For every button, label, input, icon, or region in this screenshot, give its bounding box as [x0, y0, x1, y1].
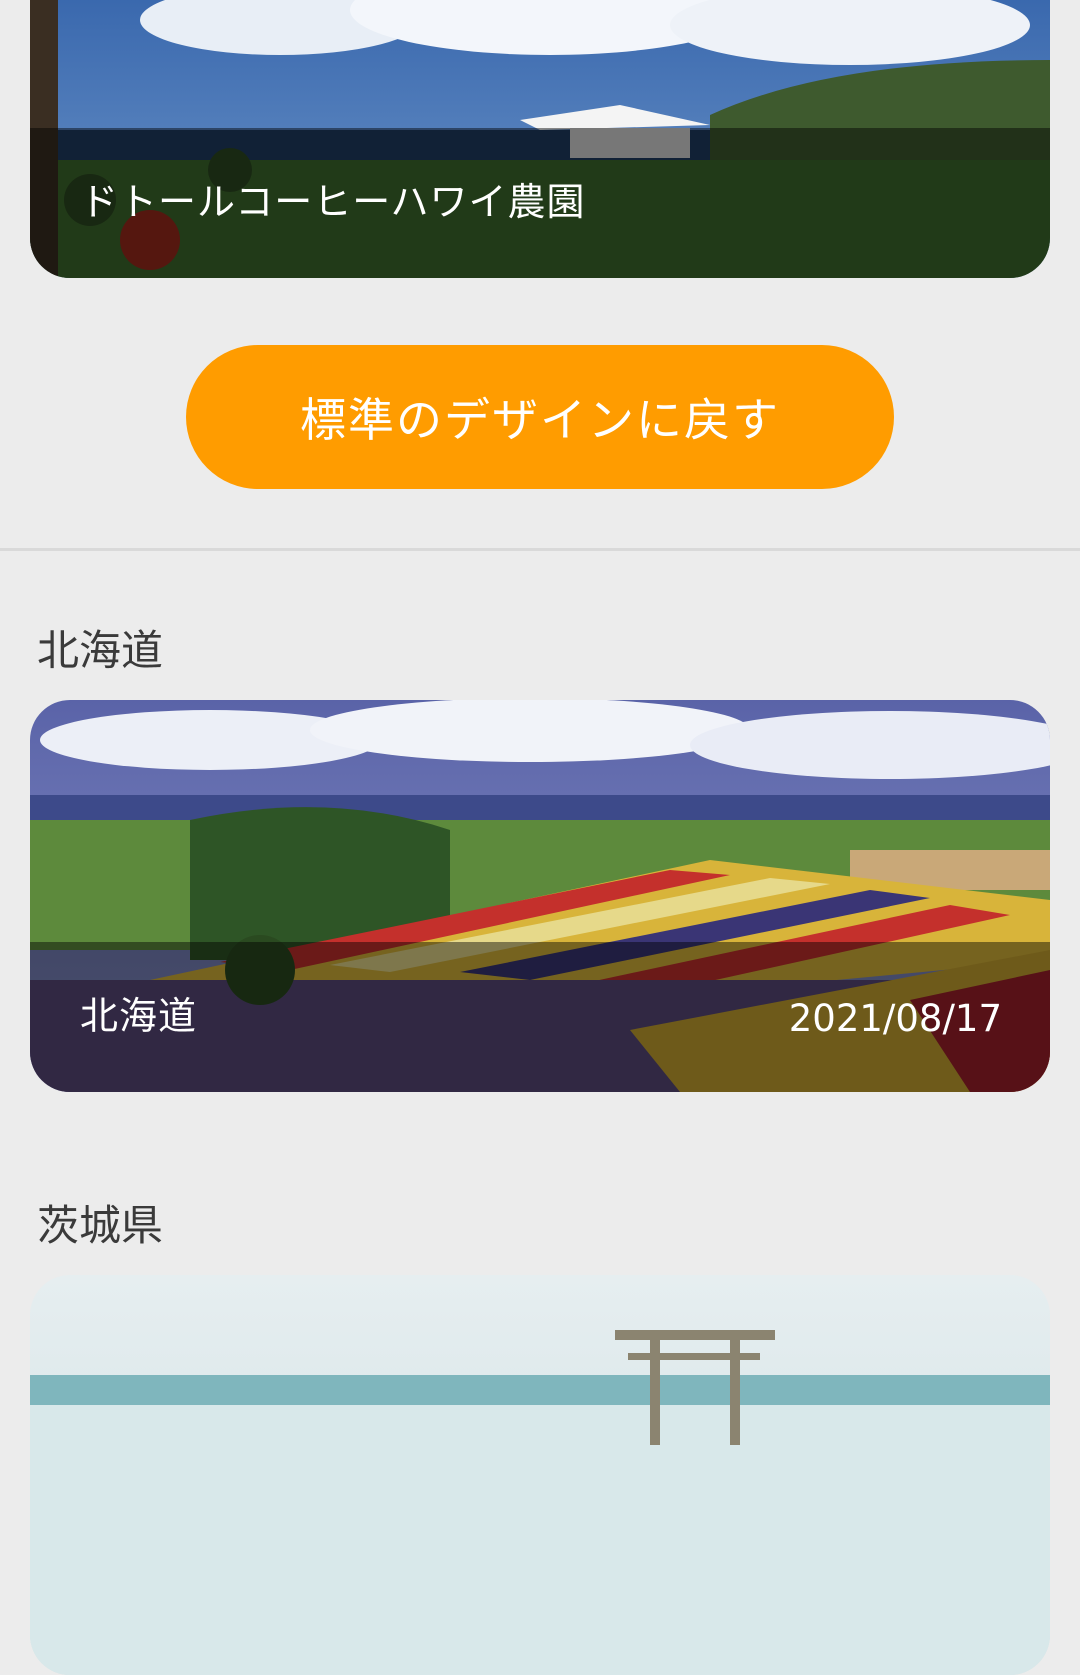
photo-card-hokkaido[interactable]: 北海道 2021/08/17 [30, 700, 1050, 1092]
ibaraki-torii-photo [30, 1275, 1050, 1675]
card-date: 2021/08/17 [788, 997, 1002, 1040]
reset-design-button[interactable]: 標準のデザインに戻す [186, 345, 894, 489]
photo-card-hawaii-farm[interactable]: ドトールコーヒーハワイ農園 [30, 0, 1050, 278]
photo-card-ibaraki[interactable] [30, 1275, 1050, 1675]
section-title-ibaraki: 茨城県 [37, 1201, 164, 1250]
card-title: ドトールコーヒーハワイ農園 [80, 180, 586, 224]
divider [0, 548, 1080, 551]
section-title-hokkaido: 北海道 [37, 626, 164, 675]
card-title: 北海道 [80, 994, 198, 1038]
